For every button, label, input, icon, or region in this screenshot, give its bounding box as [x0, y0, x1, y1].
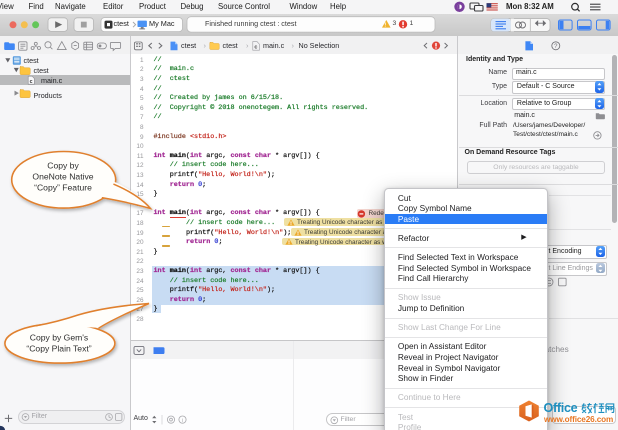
svg-text:OneNote Native: OneNote Native: [32, 171, 93, 181]
svg-text:c: c: [30, 78, 33, 84]
svg-text:Copy by Gem's: Copy by Gem's: [30, 333, 88, 343]
svg-text:“Copy Plain Text”: “Copy Plain Text”: [26, 344, 91, 354]
svg-text:“Copy” Feature: “Copy” Feature: [34, 182, 92, 192]
svg-text:i: i: [182, 418, 183, 424]
svg-text:›: ›: [292, 41, 295, 50]
svg-text:Copy by: Copy by: [47, 160, 79, 170]
svg-text:›: ›: [246, 41, 249, 50]
svg-text:!: !: [384, 22, 386, 28]
svg-text:c: c: [254, 44, 257, 50]
svg-text:›: ›: [204, 41, 207, 50]
